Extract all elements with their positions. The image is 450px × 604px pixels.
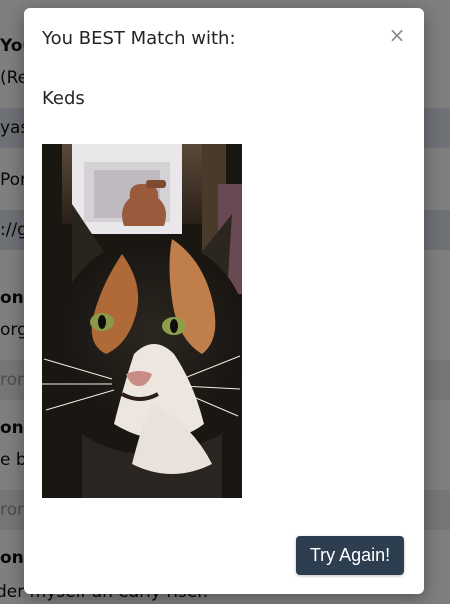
- modal-title: You BEST Match with:: [42, 28, 236, 49]
- match-name: Keds: [42, 88, 85, 109]
- cat-photo: [42, 144, 242, 498]
- try-again-button[interactable]: Try Again!: [296, 536, 404, 575]
- cat-photo-icon: [42, 144, 242, 498]
- close-button[interactable]: ×: [386, 22, 408, 48]
- match-modal: You BEST Match with: × Keds Try Again!: [24, 8, 424, 594]
